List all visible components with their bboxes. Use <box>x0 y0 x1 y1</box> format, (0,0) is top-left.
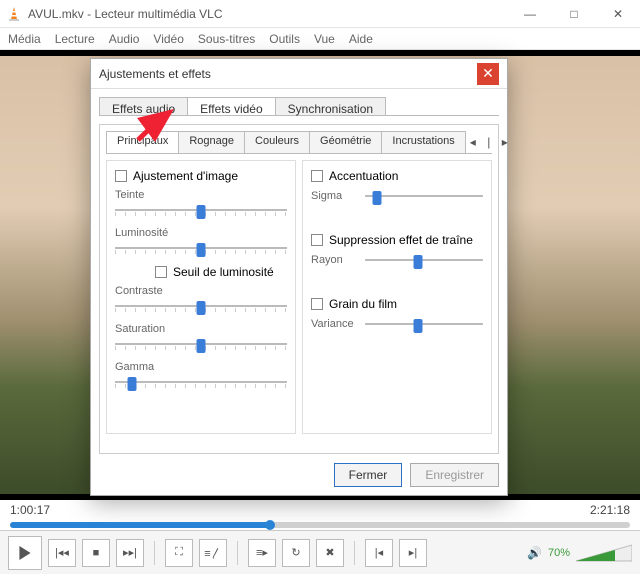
dialog-titlebar[interactable]: Ajustements et effets ✕ <box>91 59 507 89</box>
rayon-slider[interactable] <box>365 253 483 267</box>
menu-aide[interactable]: Aide <box>349 32 373 46</box>
contraste-label: Contraste <box>115 285 287 297</box>
menu-soustitres[interactable]: Sous-titres <box>198 32 255 46</box>
menu-media[interactable]: Média <box>8 32 41 46</box>
luminosite-label: Luminosité <box>115 227 287 239</box>
accentuation-checkbox[interactable] <box>311 170 323 182</box>
elapsed-time[interactable]: 1:00:17 <box>10 503 50 517</box>
chevron-right-icon: ▸ <box>498 135 512 149</box>
loop-button[interactable]: ↻ <box>282 539 310 567</box>
grain-label: Grain du film <box>329 297 397 311</box>
suppression-label: Suppression effet de traîne <box>329 233 473 247</box>
right-effects-group: Accentuation Sigma Suppression effet de … <box>302 160 492 434</box>
total-time[interactable]: 2:21:18 <box>590 503 630 517</box>
menubar: Média Lecture Audio Vidéo Sous-titres Ou… <box>0 28 640 50</box>
status-bar: 1:00:17 2:21:18 <box>0 500 640 520</box>
teinte-label: Teinte <box>115 189 287 201</box>
contraste-slider[interactable] <box>115 299 287 313</box>
vlc-cone-icon <box>6 6 22 22</box>
grain-checkbox[interactable] <box>311 298 323 310</box>
fullscreen-button[interactable]: ⛶ <box>165 539 193 567</box>
gamma-slider[interactable] <box>115 375 287 389</box>
subtab-couleurs[interactable]: Couleurs <box>244 131 310 153</box>
extended-settings-button[interactable]: ≡〳 <box>199 539 227 567</box>
image-adjust-group: Ajustement d'image Teinte Luminosité Seu… <box>106 160 296 434</box>
sigma-slider[interactable] <box>365 189 483 203</box>
step-back-button[interactable]: |◂ <box>365 539 393 567</box>
next-track-button[interactable]: ▸▸| <box>116 539 144 567</box>
image-adjust-checkbox[interactable] <box>115 170 127 182</box>
menu-vue[interactable]: Vue <box>314 32 335 46</box>
seuil-checkbox[interactable] <box>155 266 167 278</box>
dialog-close-button[interactable]: ✕ <box>477 63 499 85</box>
tab-synchronisation[interactable]: Synchronisation <box>275 97 386 115</box>
dialog-save-button[interactable]: Enregistrer <box>410 463 499 487</box>
saturation-label: Saturation <box>115 323 287 335</box>
window-close-button[interactable]: ✕ <box>596 0 640 28</box>
subtab-rognage[interactable]: Rognage <box>178 131 245 153</box>
tab-effets-video[interactable]: Effets vidéo <box>187 97 275 115</box>
sigma-label: Sigma <box>311 190 357 202</box>
window-title: AVUL.mkv - Lecteur multimédia VLC <box>28 7 223 21</box>
minimize-button[interactable]: — <box>508 0 552 28</box>
seek-bar[interactable] <box>0 520 640 530</box>
variance-slider[interactable] <box>365 317 483 331</box>
step-forward-button[interactable]: ▸| <box>399 539 427 567</box>
tab-effets-audio[interactable]: Effets audio <box>99 97 188 115</box>
chevron-left-icon: ◂ <box>466 135 480 149</box>
accentuation-label: Accentuation <box>329 169 398 183</box>
play-button[interactable] <box>8 536 42 570</box>
image-adjust-label: Ajustement d'image <box>133 169 238 183</box>
video-effects-subtabs: Principaux Rognage Couleurs Géométrie In… <box>106 131 492 153</box>
speaker-icon[interactable]: 🔊 <box>527 546 542 560</box>
saturation-slider[interactable] <box>115 337 287 351</box>
menu-video[interactable]: Vidéo <box>153 32 183 46</box>
subtab-principaux[interactable]: Principaux <box>106 131 179 153</box>
dialog-close-footer-button[interactable]: Fermer <box>334 463 403 487</box>
variance-label: Variance <box>311 318 357 330</box>
volume-percent: 70% <box>548 547 570 559</box>
stop-button[interactable]: ■ <box>82 539 110 567</box>
menu-lecture[interactable]: Lecture <box>55 32 95 46</box>
seuil-label: Seuil de luminosité <box>173 265 274 279</box>
dialog-title: Ajustements et effets <box>99 67 211 81</box>
menu-outils[interactable]: Outils <box>269 32 300 46</box>
gamma-label: Gamma <box>115 361 287 373</box>
dialog-outer-tabs: Effets audio Effets vidéo Synchronisatio… <box>91 89 507 115</box>
luminosite-slider[interactable] <box>115 241 287 255</box>
maximize-button[interactable]: □ <box>552 0 596 28</box>
playlist-button[interactable]: ≡▸ <box>248 539 276 567</box>
suppression-checkbox[interactable] <box>311 234 323 246</box>
effects-dialog: Ajustements et effets ✕ Effets audio Eff… <box>90 58 508 496</box>
prev-track-button[interactable]: |◂◂ <box>48 539 76 567</box>
window-titlebar: AVUL.mkv - Lecteur multimédia VLC — □ ✕ <box>0 0 640 28</box>
control-bar: |◂◂ ■ ▸▸| ⛶ ≡〳 ≡▸ ↻ ✖ |◂ ▸| 🔊 70% <box>0 530 640 574</box>
volume-slider[interactable] <box>576 543 632 563</box>
shuffle-button[interactable]: ✖ <box>316 539 344 567</box>
teinte-slider[interactable] <box>115 203 287 217</box>
subtab-scroll[interactable]: ◂|▸ <box>466 131 512 153</box>
rayon-label: Rayon <box>311 254 357 266</box>
subtab-incrustations[interactable]: Incrustations <box>381 131 465 153</box>
subtab-geometrie[interactable]: Géométrie <box>309 131 382 153</box>
menu-audio[interactable]: Audio <box>109 32 140 46</box>
video-effects-panel: Principaux Rognage Couleurs Géométrie In… <box>99 124 499 454</box>
